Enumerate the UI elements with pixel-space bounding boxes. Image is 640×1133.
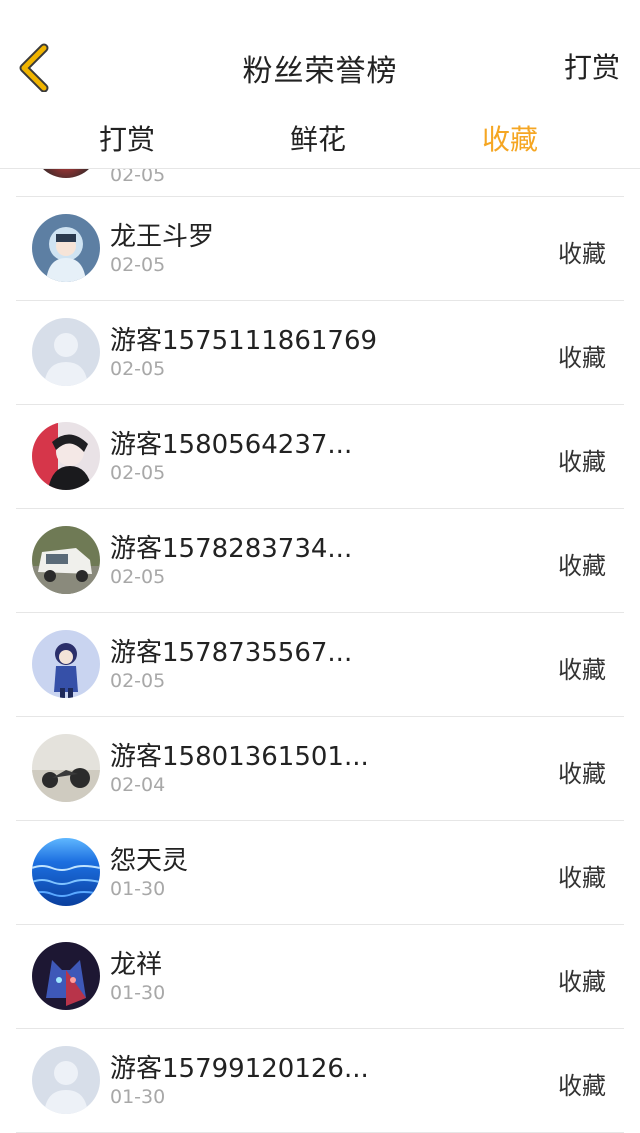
- list-item[interactable]: 游客1575111861769 02-05 收藏: [16, 300, 624, 405]
- avatar: [32, 734, 100, 802]
- avatar: [32, 942, 100, 1010]
- avatar: [32, 838, 100, 906]
- item-name: 怨天灵: [110, 846, 189, 876]
- avatar: [32, 1046, 100, 1114]
- item-action: 收藏: [558, 552, 606, 580]
- item-action: 收藏: [558, 968, 606, 996]
- item-name: 游客1578283734...: [110, 534, 353, 564]
- fan-list[interactable]: 02-05 龙王斗罗 02-05 收藏 游客1575111861769 02-0…: [0, 168, 640, 1133]
- item-date: 02-05: [110, 462, 166, 484]
- item-date: 01-30: [110, 1086, 166, 1108]
- item-date: 01-30: [110, 982, 166, 1004]
- item-action: 收藏: [558, 656, 606, 684]
- item-date: 02-05: [110, 670, 166, 692]
- item-name: 龙王斗罗: [110, 222, 215, 252]
- item-name: 游客15799120126...: [110, 1054, 369, 1084]
- item-name: 游客1578735567...: [110, 638, 353, 668]
- item-name: 游客1580564237...: [110, 430, 353, 460]
- tab-reward[interactable]: 打赏: [57, 118, 197, 158]
- nav-header: 粉丝荣誉榜 打赏: [0, 0, 640, 105]
- item-date: 02-05: [110, 254, 166, 276]
- tab-favorites[interactable]: 收藏: [440, 118, 580, 158]
- item-action: 收藏: [558, 760, 606, 788]
- avatar: [32, 318, 100, 386]
- list-item[interactable]: 龙祥 01-30 收藏: [16, 924, 624, 1029]
- list-item[interactable]: 游客1578283734... 02-05 收藏: [16, 508, 624, 613]
- list-item[interactable]: 怨天灵 01-30 收藏: [16, 820, 624, 925]
- item-date: 02-05: [110, 566, 166, 588]
- app-screen: 粉丝荣誉榜 打赏 打赏 鲜花 收藏 02-05 龙王斗罗 02-05 收藏 游客…: [0, 0, 640, 1133]
- item-action: 收藏: [558, 240, 606, 268]
- tab-bar: 打赏 鲜花 收藏: [0, 104, 640, 169]
- avatar: [32, 422, 100, 490]
- list-item[interactable]: 游客15801361501... 02-04 收藏: [16, 716, 624, 821]
- list-item[interactable]: 龙王斗罗 02-05 收藏: [16, 196, 624, 301]
- item-date: 01-30: [110, 878, 166, 900]
- list-item[interactable]: 游客1580564237... 02-05 收藏: [16, 404, 624, 509]
- item-name: 游客1575111861769: [110, 326, 378, 356]
- avatar: [32, 526, 100, 594]
- item-action: 收藏: [558, 344, 606, 372]
- item-date: 02-05: [110, 358, 166, 380]
- item-action: 收藏: [558, 448, 606, 476]
- item-name: 龙祥: [110, 950, 163, 980]
- tab-flowers[interactable]: 鲜花: [248, 118, 388, 158]
- item-date: 02-05: [110, 168, 166, 186]
- avatar: [32, 214, 100, 282]
- item-action: 收藏: [558, 864, 606, 892]
- item-action: 收藏: [558, 1072, 606, 1100]
- reward-button[interactable]: 打赏: [564, 46, 620, 86]
- list-item[interactable]: 游客1578735567... 02-05 收藏: [16, 612, 624, 717]
- page-title: 粉丝荣誉榜: [242, 54, 398, 89]
- avatar: [32, 630, 100, 698]
- list-item[interactable]: 游客15799120126... 01-30 收藏: [16, 1028, 624, 1133]
- item-name: 游客15801361501...: [110, 742, 369, 772]
- avatar: [32, 168, 100, 178]
- item-date: 02-04: [110, 774, 166, 796]
- list-item-partial[interactable]: 02-05: [16, 168, 624, 197]
